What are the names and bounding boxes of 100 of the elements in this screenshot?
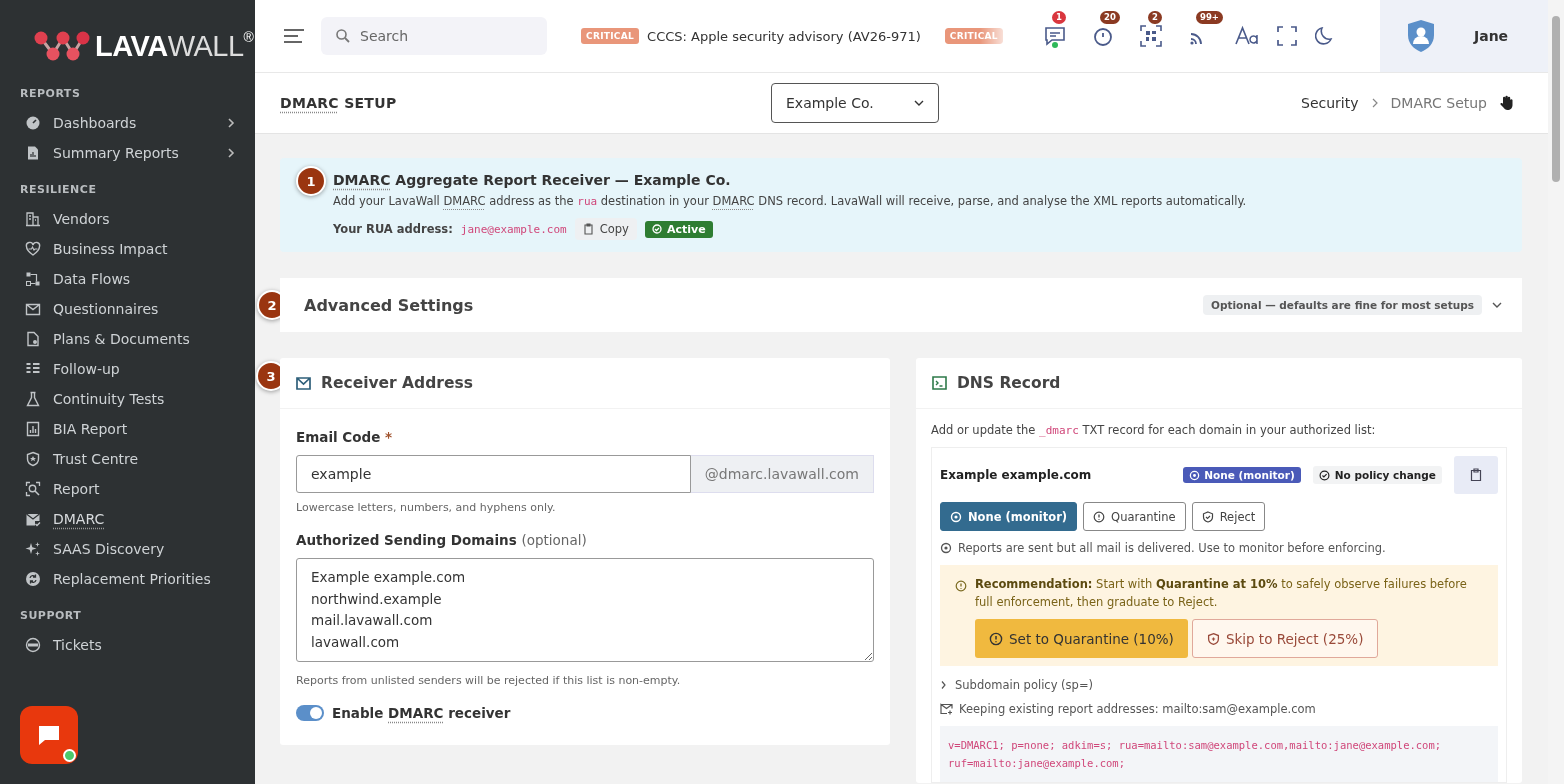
check-circle-icon — [1318, 469, 1330, 481]
section-heading: SUPPORT — [19, 608, 83, 624]
recommendation-text: Recommendation: Start with Quarantine at 10% to safely observe failures before full enforcement, then graduate to Reject. — [975, 576, 1468, 611]
card-title: DNS Record — [957, 374, 1061, 392]
report-addresses-note: Keeping existing report addresses: mailto:sam@example.com — [959, 702, 1316, 716]
sidebar-item[interactable]: DMARC — [0, 504, 255, 534]
chart-icon — [25, 421, 41, 437]
email-code-field[interactable]: example — [296, 455, 691, 493]
sidebar-item[interactable]: Plans & Documents — [0, 324, 255, 354]
sidebar-item[interactable]: Replacement Priorities — [0, 564, 255, 594]
fullscreen-icon[interactable] — [1277, 26, 1297, 46]
section-heading: RESILIENCE — [19, 182, 98, 198]
search-icon — [335, 28, 351, 44]
eye-icon — [950, 510, 962, 523]
chat-button[interactable] — [20, 706, 78, 764]
caret-icon — [914, 100, 924, 106]
severity-tag: CRITICAL — [944, 28, 1003, 44]
domains-field[interactable]: Example example.com northwind.example mail.lavawall.com lavawall.com — [296, 558, 874, 662]
sparkle-icon — [25, 541, 41, 557]
user-menu[interactable]: Jane — [1380, 0, 1548, 72]
toggle-switch[interactable] — [296, 705, 324, 721]
chevron-icon — [1370, 98, 1379, 108]
flow-icon — [25, 271, 41, 287]
sidebar-item[interactable]: Follow-up — [0, 354, 255, 384]
toggle-label: Enable DMARC receiver — [332, 705, 511, 721]
sidebar-item[interactable]: Data Flows — [0, 264, 255, 294]
rua-address: jane@example.com — [460, 222, 567, 236]
copy-button[interactable] — [1454, 456, 1498, 494]
company-select[interactable]: Example Co. — [771, 83, 939, 123]
banner-description: Add your LavaWall DMARC address as the rua destination in your DMARC DNS record. LavaWall will receive, parse, and analyse the XML reports automatically. — [333, 194, 1248, 208]
alert-circle-icon — [989, 631, 1003, 646]
alert-circle-icon — [1093, 510, 1106, 523]
page-title: DMARC SETUP — [280, 95, 397, 111]
instruction-text: Add or update the _dmarc TXT record for each domain in your authorized list: — [931, 423, 1377, 437]
sidebar-item[interactable]: Questionnaires — [0, 294, 255, 324]
policy-note: Reports are sent but all mail is delivered. Use to monitor before enforcing. — [958, 541, 1386, 555]
help-text: Lowercase letters, numbers, and hyphens only. — [296, 501, 557, 514]
menu-icon[interactable] — [283, 28, 305, 44]
gauge-icon — [25, 115, 41, 131]
heart-icon — [25, 241, 41, 257]
policy-badge: None (monitor) — [1183, 467, 1301, 483]
brand-name: LAVAWALL$^{®}$ — [95, 29, 254, 63]
report-icon — [25, 145, 41, 161]
shield-icon — [1206, 631, 1220, 646]
copy-button[interactable]: Copy — [574, 218, 637, 240]
card-title: Receiver Address — [321, 374, 473, 392]
dns-record-code: v=DMARC1; p=none; adkim=s; rua=mailto:sam@example.com,mailto:jane@example.com; ruf=mailto:jane@example.com; — [940, 726, 1498, 782]
clipboard-icon — [582, 223, 594, 235]
sidebar-item[interactable]: SAAS Discovery — [0, 534, 255, 564]
help-text: Reports from unlisted senders will be rejected if this list is non-empty. — [296, 674, 682, 687]
policy-option[interactable]: Reject — [1191, 502, 1266, 531]
ticker-headline[interactable]: CCCS: Apple security advisory (AV26-971) — [647, 28, 921, 44]
online-dot — [1052, 42, 1058, 48]
sidebar-item[interactable]: BIA Report — [0, 414, 255, 444]
font-size-icon[interactable] — [1235, 25, 1259, 47]
sidebar-item[interactable]: Report — [0, 474, 255, 504]
count-badge: 2 — [1148, 11, 1162, 24]
subdomain-expander[interactable]: Subdomain policy (sp=) — [940, 678, 1498, 692]
chat-icon[interactable] — [1043, 24, 1067, 48]
banner-title: DMARC Aggregate Report Receiver — Example Co. — [333, 172, 732, 188]
severity-tag: CRITICAL — [581, 28, 640, 44]
breadcrumb-item[interactable]: Security — [1301, 95, 1359, 111]
qr-code-icon[interactable] — [1139, 24, 1163, 48]
status-badge: No policy change — [1312, 466, 1442, 484]
sidebar-item[interactable]: Business Impact — [0, 234, 255, 264]
hint-badge: Optional — defaults are fine for most setups — [1203, 295, 1482, 315]
sidebar-item[interactable]: Summary Reports — [0, 138, 255, 168]
count-badge: 20 — [1100, 11, 1120, 24]
step-marker: 1 — [296, 166, 326, 196]
sidebar-item[interactable]: Tickets — [0, 630, 255, 660]
field-label: Email Code * — [296, 429, 394, 445]
shield-icon — [1201, 510, 1214, 523]
eye-icon — [940, 542, 952, 554]
field-label: Authorized Sending Domains (optional) — [296, 532, 588, 548]
chat-bubble-icon — [36, 723, 62, 747]
reject-button[interactable]: Skip to Reject (25%) — [1191, 619, 1379, 658]
sidebar-item[interactable]: Vendors — [0, 204, 255, 234]
policy-option[interactable]: Quarantine — [1083, 502, 1186, 531]
advanced-settings-panel[interactable]: Advanced Settings Optional — defaults are fine for most setups — [280, 278, 1522, 332]
status-badge: Active — [644, 220, 713, 238]
online-dot — [63, 749, 76, 762]
document-icon — [25, 331, 41, 347]
refresh-icon — [25, 571, 41, 587]
hand-icon — [1499, 95, 1513, 111]
envelope-icon — [296, 376, 311, 390]
magnifier-icon — [25, 481, 41, 497]
domain-name: Example example.com — [940, 468, 1093, 482]
policy-option[interactable]: None (monitor) — [940, 502, 1078, 531]
envelope-plus-icon — [940, 703, 953, 715]
avatar-icon — [1406, 19, 1436, 53]
envelope-check-icon — [25, 511, 41, 527]
moon-icon[interactable] — [1315, 26, 1335, 46]
search-field[interactable]: Search — [321, 17, 547, 55]
quarantine-button[interactable]: Set to Quarantine (10%) — [975, 619, 1188, 658]
sidebar-item[interactable]: Dashboards — [0, 108, 255, 138]
logo-icon — [33, 30, 91, 62]
count-badge: 99+ — [1196, 11, 1223, 24]
envelope-icon — [25, 301, 41, 317]
sidebar-item[interactable]: Trust Centre — [0, 444, 255, 474]
sidebar-item[interactable]: Continuity Tests — [0, 384, 255, 414]
